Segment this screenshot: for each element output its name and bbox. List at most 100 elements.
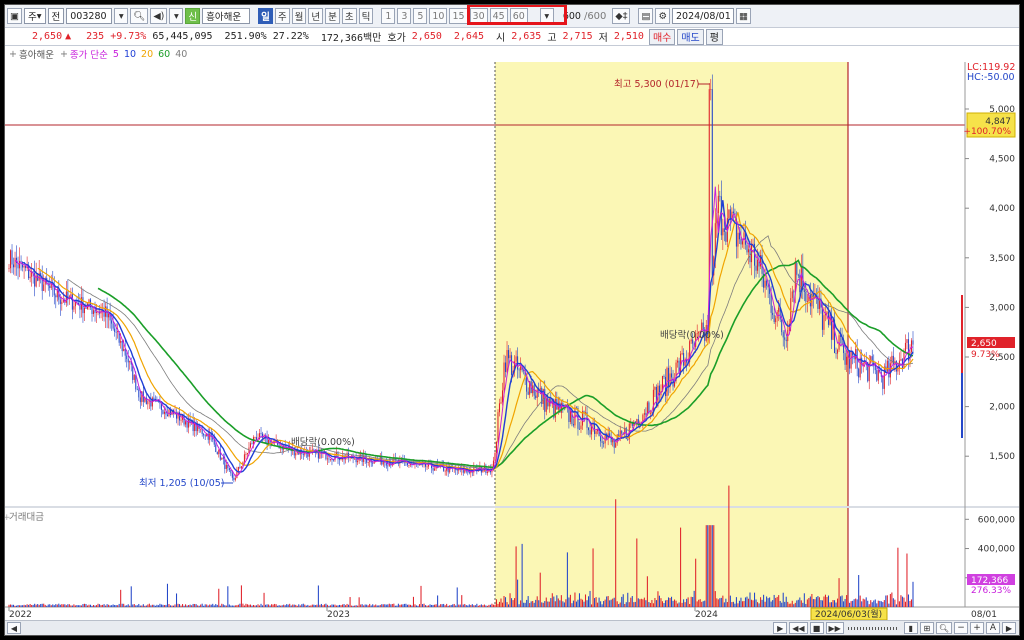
volume-bar	[313, 604, 315, 607]
ma-legend-60[interactable]: 60	[158, 49, 170, 60]
play-icon[interactable]: ▶	[773, 622, 788, 634]
plus-icon[interactable]: +	[970, 622, 984, 634]
volume-bar	[224, 605, 226, 607]
count-down-icon[interactable]: ▾	[539, 8, 554, 24]
candle-body	[663, 376, 665, 378]
code-input[interactable]: 003280	[66, 8, 113, 24]
period-2-button[interactable]: 월	[291, 8, 307, 24]
type-select[interactable]: 전	[47, 8, 65, 24]
legend-plus-icon[interactable]: +	[9, 49, 17, 60]
volume-bar	[895, 604, 897, 607]
volume-bar	[144, 605, 146, 607]
volume-bar	[166, 583, 168, 607]
volume-bar	[25, 605, 27, 607]
interval-30-button[interactable]: 30	[469, 8, 488, 24]
ma-legend-list: 5 10 20 60 40	[108, 49, 187, 60]
rewind-icon[interactable]: ◀◀	[789, 622, 808, 634]
volume-bar	[191, 605, 193, 607]
zoom-in-icon[interactable]: 🔍︎	[935, 622, 952, 634]
ma-legend-10[interactable]: 10	[124, 49, 136, 60]
interval-5-button[interactable]: 5	[413, 8, 428, 24]
interval-3-button[interactable]: 3	[397, 8, 412, 24]
volume-bar	[338, 604, 341, 607]
interval-60-button[interactable]: 60	[509, 8, 528, 24]
scroll-right-icon[interactable]: ▶	[1002, 622, 1016, 634]
flat-button[interactable]: 평	[705, 28, 723, 45]
volume-bar	[897, 547, 899, 607]
interval-15-button[interactable]: 15	[449, 8, 468, 24]
chart-menu-icon[interactable]: ▣	[7, 8, 22, 24]
fit-icon[interactable]: ⊞	[919, 622, 934, 634]
period-0-button[interactable]: 일	[258, 8, 273, 24]
volume-bar	[550, 598, 552, 607]
volume-bar	[619, 602, 621, 607]
sell-button[interactable]: 매도	[677, 28, 704, 45]
volume-bar	[480, 604, 482, 607]
volume-bar	[74, 605, 76, 607]
candle-body	[778, 307, 780, 312]
volume-bar	[769, 597, 771, 607]
scroll-bar[interactable]: ◀ ▶ ◀◀ ■ ▶▶ ▮ ⊞ 🔍︎ − + A ▶	[5, 620, 1019, 635]
slider-thumb-icon[interactable]: ▮	[903, 622, 918, 634]
period-4-button[interactable]: 분	[325, 8, 340, 24]
volume-bar	[482, 605, 484, 607]
period-6-button[interactable]: 틱	[358, 8, 374, 24]
zoom-toggle-icon[interactable]: ◆‡	[612, 8, 631, 24]
volume-bar	[732, 601, 734, 607]
volume-bar	[172, 605, 175, 607]
interval-45-button[interactable]: 45	[489, 8, 508, 24]
candle-body	[702, 322, 704, 330]
candle-body	[115, 331, 117, 333]
volume-bar	[449, 605, 451, 607]
ma-legend-40[interactable]: 40	[175, 49, 187, 60]
volume-bar	[799, 597, 801, 607]
settings-icon[interactable]: ⚙	[655, 8, 670, 24]
speed-track[interactable]	[847, 626, 898, 630]
volume-bar	[32, 604, 34, 607]
buy-button[interactable]: 매수	[648, 28, 676, 45]
forward-icon[interactable]: ▶▶	[825, 622, 844, 634]
ma-legend-5[interactable]: 5	[113, 49, 119, 60]
volume-bar	[491, 603, 493, 607]
legend-plus-icon-2[interactable]: +	[60, 49, 68, 60]
volume-bar	[637, 598, 639, 607]
prev-stock-icon[interactable]: ▾	[169, 8, 184, 24]
save-icon[interactable]: ▤	[638, 8, 654, 24]
volume-bar	[669, 597, 671, 607]
minus-icon[interactable]: −	[954, 622, 968, 634]
volume-bar	[195, 604, 197, 607]
volume-bar	[102, 604, 104, 607]
price-chart[interactable]: 5,0004,5004,0003,5003,0002,5002,0001,500…	[5, 62, 1019, 634]
volume-bar	[345, 605, 347, 607]
candle-body	[94, 310, 96, 313]
search-icon[interactable]: 🔍︎	[130, 8, 149, 24]
market-select[interactable]: 주 ▾	[23, 8, 46, 24]
font-icon[interactable]: A	[986, 622, 1000, 634]
volume-bar	[83, 603, 85, 607]
candle-body	[123, 348, 125, 352]
code-dropdown-icon[interactable]: ▾	[114, 8, 129, 24]
interval-1-button[interactable]: 1	[381, 8, 396, 24]
date-input[interactable]: 2024/08/01	[672, 8, 734, 24]
stop-icon[interactable]: ■	[809, 622, 824, 634]
interval-10-button[interactable]: 10	[429, 8, 448, 24]
count-input[interactable]: 600	[560, 8, 584, 24]
period-1-button[interactable]: 주	[274, 8, 290, 24]
period-5-button[interactable]: 초	[341, 8, 357, 24]
volume-bar	[894, 599, 896, 607]
volume-bar	[215, 604, 217, 607]
volume-bar	[544, 601, 546, 607]
speaker-icon[interactable]: ◀)	[150, 8, 168, 24]
candle-body	[23, 265, 25, 268]
candle-body	[784, 337, 786, 340]
scroll-left-icon[interactable]: ◀	[7, 622, 21, 634]
calendar-icon[interactable]: ▦	[736, 8, 751, 24]
volume-bar	[40, 603, 42, 607]
volume-bar	[900, 595, 902, 607]
candle-body	[367, 462, 369, 463]
candle-body	[434, 468, 436, 471]
period-3-button[interactable]: 년	[308, 8, 324, 24]
volume-bar	[209, 604, 211, 607]
ma-legend-20[interactable]: 20	[141, 49, 153, 60]
volume-bar	[746, 596, 748, 607]
